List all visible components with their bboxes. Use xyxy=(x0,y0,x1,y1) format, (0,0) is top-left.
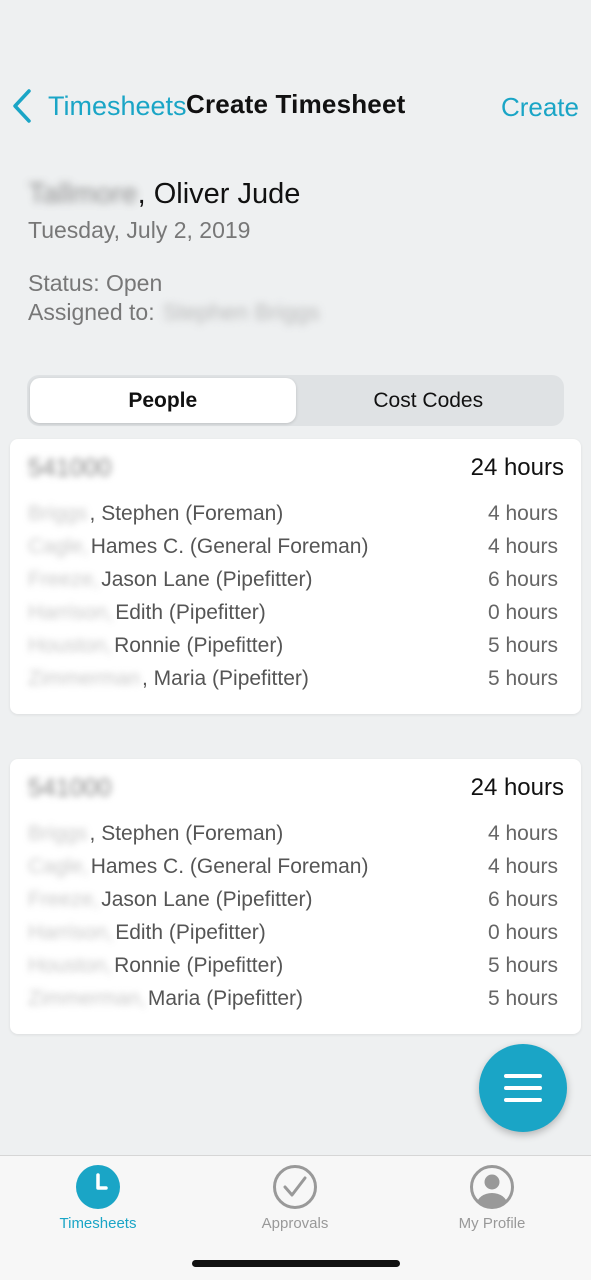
person-hours: 5 hours xyxy=(487,666,558,690)
tab-label: My Profile xyxy=(458,1215,526,1232)
person-surname: Freeze, xyxy=(28,567,100,591)
person-row[interactable]: Briggs, Stephen (Foreman) 4 hours xyxy=(10,497,581,530)
person-row[interactable]: Zimmerman, Maria (Pipefitter) 5 hours xyxy=(10,982,581,1015)
person-surname: Zimmerman xyxy=(28,666,141,690)
person-name: Zimmerman, Maria (Pipefitter) xyxy=(28,987,303,1011)
person-hours: 4 hours xyxy=(487,534,558,558)
view-segmented-control: People Cost Codes xyxy=(27,375,564,426)
timesheet-header: Tallmore , Oliver Jude Tuesday, July 2, … xyxy=(28,178,568,326)
navigation-bar: Timesheets Create Timesheet Create xyxy=(0,82,591,130)
cost-code: 541000 xyxy=(28,453,112,482)
create-button[interactable]: Create xyxy=(501,92,579,123)
person-given-name-role: Edith (Pipefitter) xyxy=(115,600,266,624)
person-row[interactable]: Zimmerman, Maria (Pipefitter) 5 hours xyxy=(10,662,581,695)
person-name: Zimmerman, Maria (Pipefitter) xyxy=(28,667,309,691)
person-given-name-role: Edith (Pipefitter) xyxy=(115,920,266,944)
person-name: Cagle, Hames C. (General Foreman) xyxy=(28,535,368,559)
person-name: Freeze, Jason Lane (Pipefitter) xyxy=(28,568,313,592)
person-name: Harrison, Edith (Pipefitter) xyxy=(28,921,266,945)
back-button-label: Timesheets xyxy=(48,90,187,121)
tab-label: Approvals xyxy=(261,1215,329,1232)
person-name: Briggs, Stephen (Foreman) xyxy=(28,502,283,526)
person-row[interactable]: Cagle, Hames C. (General Foreman) 4 hour… xyxy=(10,850,581,883)
person-given-name-role: Jason Lane (Pipefitter) xyxy=(101,887,313,911)
person-hours: 6 hours xyxy=(487,887,558,911)
person-row[interactable]: Briggs, Stephen (Foreman) 4 hours xyxy=(10,817,581,850)
person-surname: Harrison, xyxy=(28,920,114,944)
cost-code-total-hours: 24 hours xyxy=(470,774,564,801)
cost-code-card[interactable]: 541000 24 hours Briggs, Stephen (Foreman… xyxy=(10,439,581,714)
person-given-name-role: Hames C. (General Foreman) xyxy=(90,854,369,878)
tab-approvals[interactable]: Approvals xyxy=(215,1164,375,1232)
person-name: Briggs, Stephen (Foreman) xyxy=(28,822,283,846)
tab-timesheets[interactable]: Timesheets xyxy=(18,1164,178,1232)
menu-fab-button[interactable] xyxy=(479,1044,567,1132)
person-given-name-role: Hames C. (General Foreman) xyxy=(90,534,369,558)
person-given-name-role: Jason Lane (Pipefitter) xyxy=(101,567,313,591)
person-hours: 4 hours xyxy=(487,854,558,878)
cost-code-total-hours: 24 hours xyxy=(470,454,564,481)
person-hours: 0 hours xyxy=(487,600,558,624)
tab-label: Timesheets xyxy=(59,1215,137,1232)
person-surname: Cagle, xyxy=(28,854,89,878)
checkmark-circle-icon xyxy=(273,1165,317,1209)
person-surname: Houston, xyxy=(28,953,113,977)
person-surname: Zimmerman, xyxy=(28,986,146,1010)
cost-code-card-header: 541000 24 hours xyxy=(10,759,581,817)
person-given-name-role: Maria (Pipefitter) xyxy=(147,986,304,1010)
timesheet-status: Status: Open xyxy=(28,270,163,296)
person-hours: 5 hours xyxy=(487,986,558,1010)
person-name: Houston, Ronnie (Pipefitter) xyxy=(28,634,283,658)
person-surname: Briggs xyxy=(28,501,88,525)
home-indicator xyxy=(192,1260,400,1267)
person-given-name-role: Ronnie (Pipefitter) xyxy=(114,953,284,977)
person-name: Houston, Ronnie (Pipefitter) xyxy=(28,954,283,978)
person-surname: Briggs xyxy=(28,821,88,845)
person-name: Freeze, Jason Lane (Pipefitter) xyxy=(28,888,313,912)
person-hours: 4 hours xyxy=(487,821,558,845)
person-surname: Harrison, xyxy=(28,600,114,624)
person-surname: Cagle, xyxy=(28,534,89,558)
person-hours: 5 hours xyxy=(487,633,558,657)
person-name: Cagle, Hames C. (General Foreman) xyxy=(28,855,368,879)
chevron-left-icon xyxy=(13,89,31,123)
person-given-name-role: , Stephen (Foreman) xyxy=(89,821,284,845)
person-hours: 0 hours xyxy=(487,920,558,944)
segment-cost-codes[interactable]: Cost Codes xyxy=(296,378,562,423)
person-hours: 5 hours xyxy=(487,953,558,977)
person-row[interactable]: Freeze, Jason Lane (Pipefitter) 6 hours xyxy=(10,883,581,916)
person-row[interactable]: Houston, Ronnie (Pipefitter) 5 hours xyxy=(10,949,581,982)
person-row[interactable]: Freeze, Jason Lane (Pipefitter) 6 hours xyxy=(10,563,581,596)
assigned-to-name: Stephen Briggs xyxy=(162,299,320,325)
cost-code-card-header: 541000 24 hours xyxy=(10,439,581,497)
person-name: Harrison, Edith (Pipefitter) xyxy=(28,601,266,625)
person-hours: 4 hours xyxy=(487,501,558,525)
segment-people[interactable]: People xyxy=(30,378,296,423)
person-hours: 6 hours xyxy=(487,567,558,591)
page-title: Create Timesheet xyxy=(186,89,406,119)
back-button[interactable]: Timesheets xyxy=(12,88,187,124)
person-given-name-role: , Stephen (Foreman) xyxy=(89,501,284,525)
assigned-to: Assigned to: Stephen Briggs xyxy=(28,299,568,326)
person-given-name-role: Ronnie (Pipefitter) xyxy=(114,633,284,657)
person-row[interactable]: Houston, Ronnie (Pipefitter) 5 hours xyxy=(10,629,581,662)
employee-last-name: Tallmore xyxy=(28,178,138,210)
assigned-to-label: Assigned to: xyxy=(28,299,155,325)
person-given-name-role: , Maria (Pipefitter) xyxy=(142,666,309,690)
clock-icon xyxy=(76,1165,120,1209)
employee-name: Tallmore , Oliver Jude xyxy=(28,178,568,211)
cost-code-card[interactable]: 541000 24 hours Briggs, Stephen (Foreman… xyxy=(10,759,581,1034)
menu-icon xyxy=(504,1074,542,1102)
employee-first-name: , Oliver Jude xyxy=(137,178,301,210)
cost-code: 541000 xyxy=(28,773,112,802)
person-row[interactable]: Harrison, Edith (Pipefitter) 0 hours xyxy=(10,596,581,629)
tab-my-profile[interactable]: My Profile xyxy=(412,1164,572,1232)
person-circle-icon xyxy=(470,1165,514,1209)
person-surname: Houston, xyxy=(28,633,113,657)
timesheet-date: Tuesday, July 2, 2019 xyxy=(28,217,251,243)
person-surname: Freeze, xyxy=(28,887,100,911)
person-row[interactable]: Cagle, Hames C. (General Foreman) 4 hour… xyxy=(10,530,581,563)
person-row[interactable]: Harrison, Edith (Pipefitter) 0 hours xyxy=(10,916,581,949)
